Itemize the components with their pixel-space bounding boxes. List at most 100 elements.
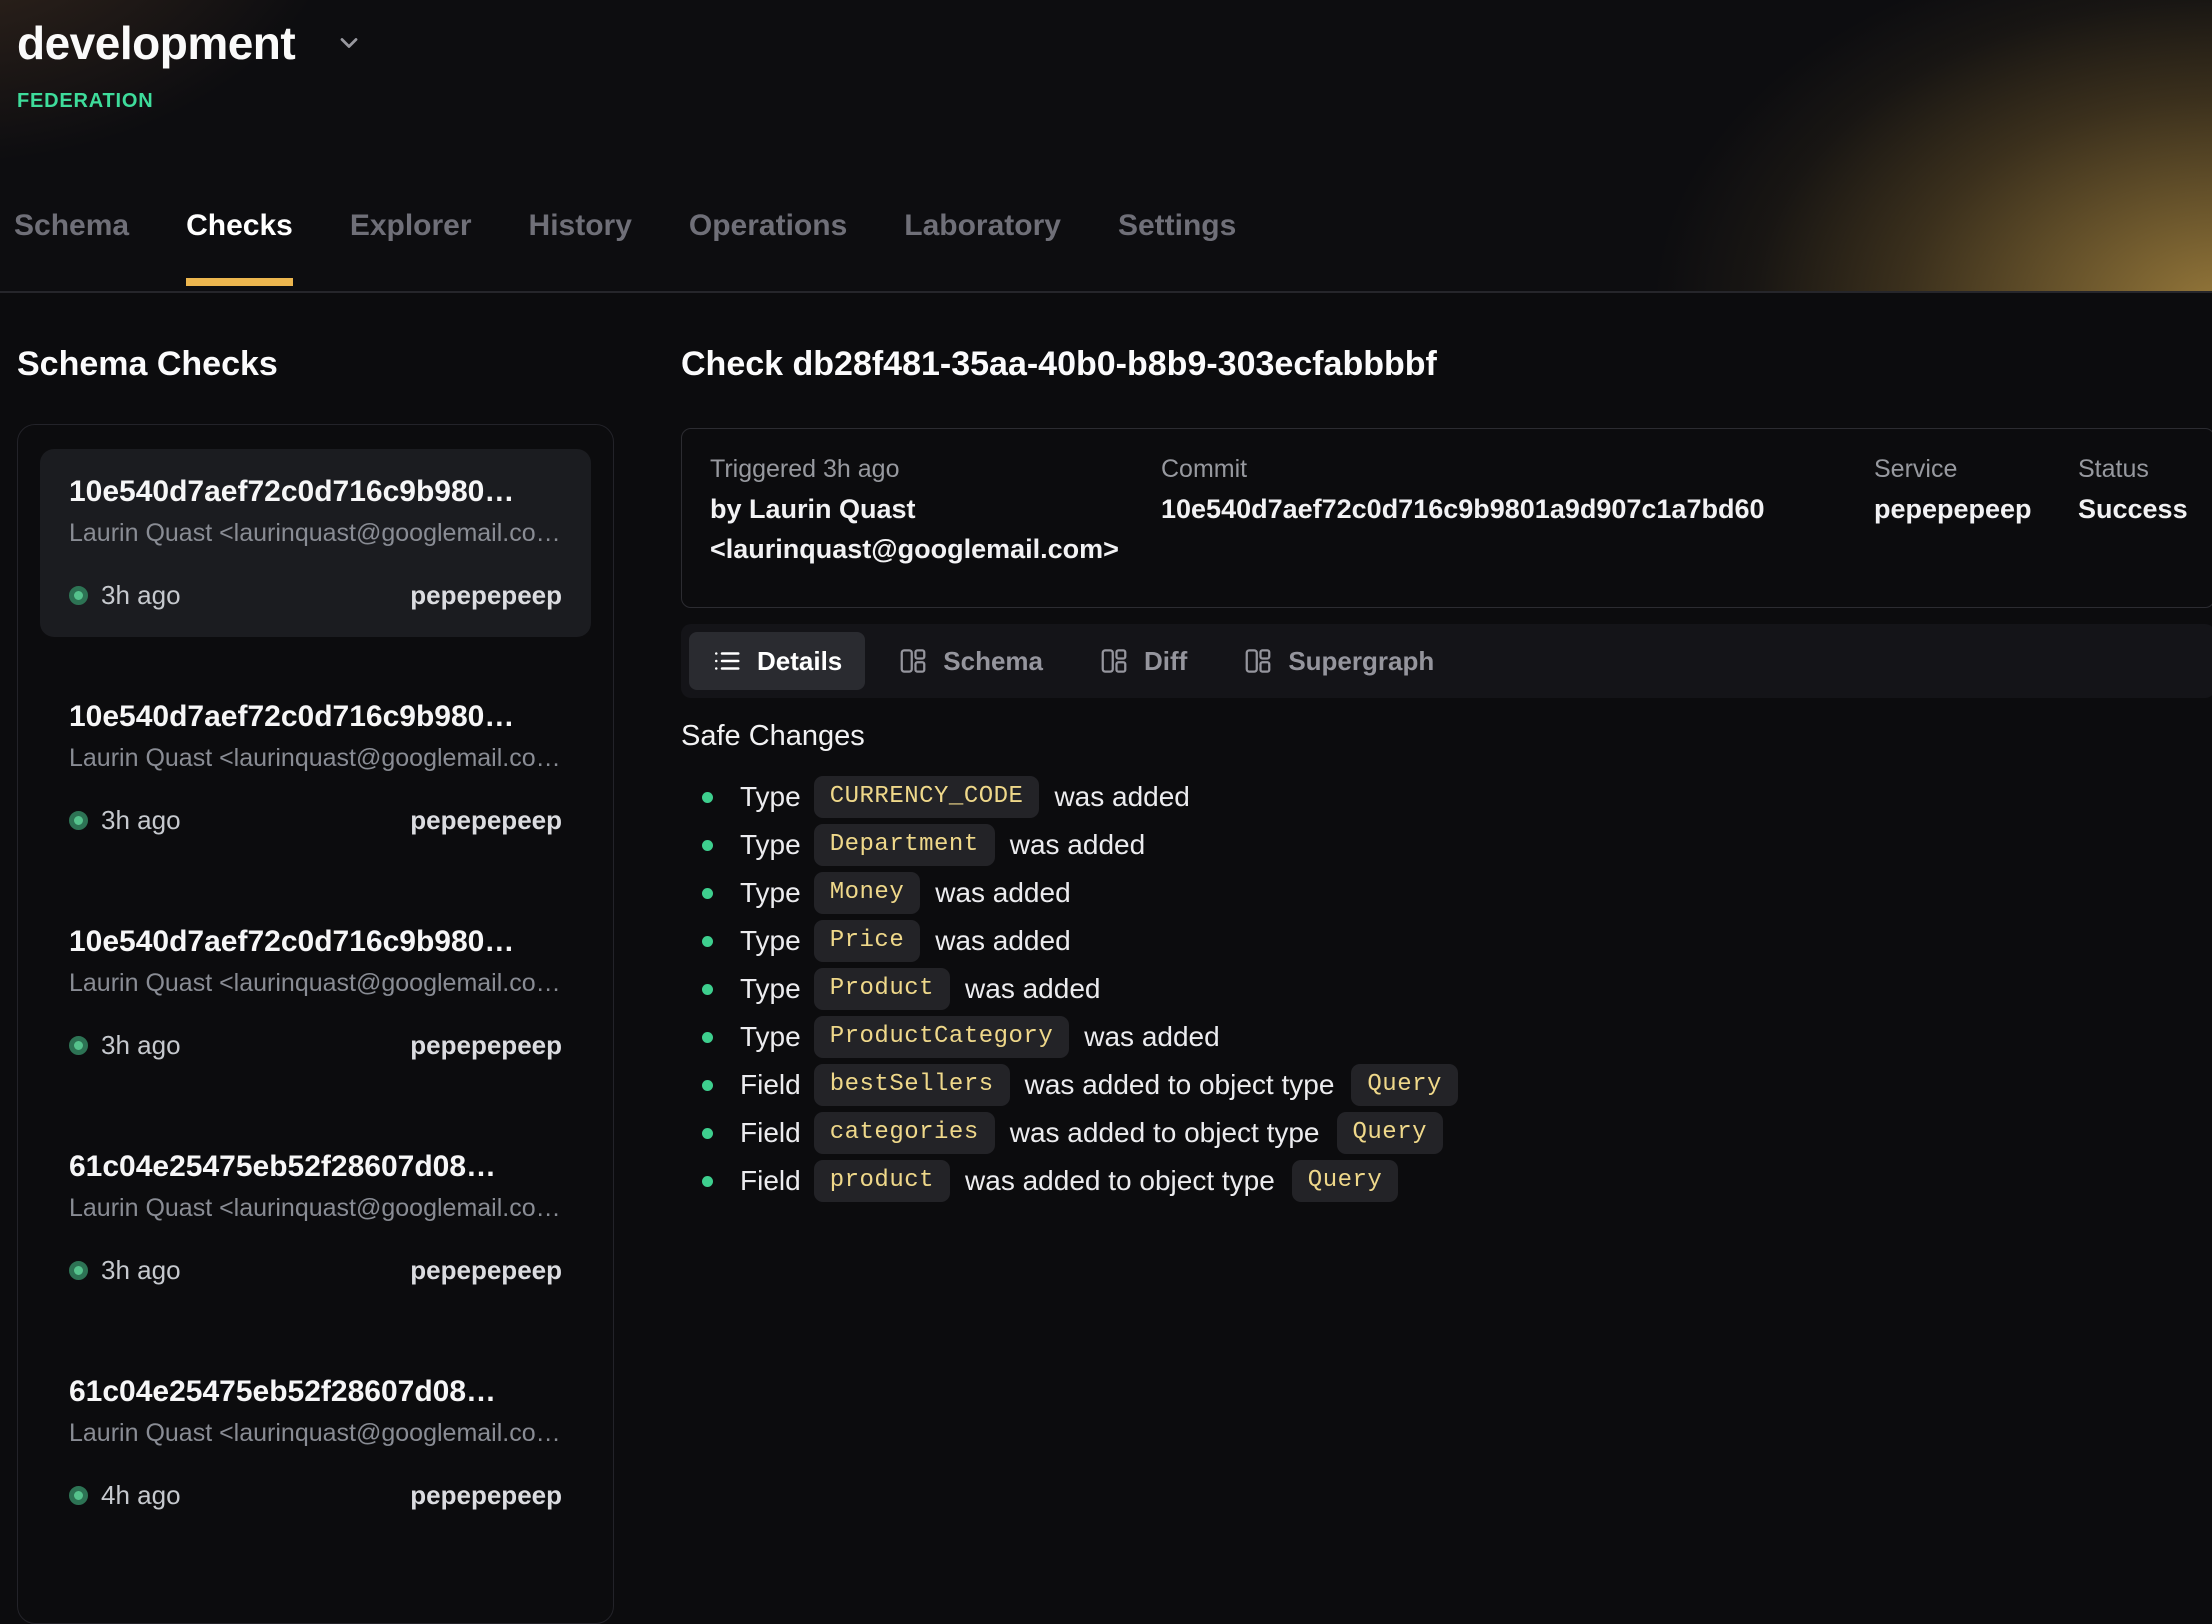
change-code: categories [814,1112,995,1154]
check-list-item[interactable]: 10e540d7aef72c0d716c9b980… Laurin Quast … [40,899,591,1087]
change-code: bestSellers [814,1064,1010,1106]
status-dot-icon [69,811,88,830]
change-code: Product [814,968,950,1010]
meta-triggered-label: Triggered 3h ago [710,453,1137,485]
check-time: 3h ago [101,805,181,836]
check-time: 4h ago [101,1480,181,1511]
check-id: 10e540d7aef72c0d716c9b980… [69,700,562,734]
check-service: pepepepeep [410,1480,562,1511]
view-tab-diff[interactable]: Diff [1076,632,1210,690]
bullet-icon [702,1176,713,1187]
change-row: Type Price was added [681,921,2212,961]
top-nav: Schema Checks Explorer History Operation… [14,209,1236,291]
change-row: Type Product was added [681,969,2212,1009]
meta-service: Service pepepepeep [1874,453,2078,569]
check-list-item[interactable]: 61c04e25475eb52f28607d08… Laurin Quast <… [40,1124,591,1312]
status-dot-icon [69,1486,88,1505]
view-tab-label: Details [757,646,842,677]
schema-checks-panel: Schema Checks 10e540d7aef72c0d716c9b980…… [0,293,656,1624]
bullet-icon [702,1032,713,1043]
check-service: pepepepeep [410,1030,562,1061]
schema-checks-list: 10e540d7aef72c0d716c9b980… Laurin Quast … [17,424,614,1624]
change-row: Type Department was added [681,825,2212,865]
tab-schema[interactable]: Schema [14,209,129,291]
change-row: Field bestSellers was added to object ty… [681,1065,2212,1105]
meta-service-label: Service [1874,453,2054,485]
change-suffix: was added to object type [1010,1117,1320,1149]
check-view-tabs: Details Schema Diff Supergraph [681,624,2212,698]
meta-status: Status Success [2078,453,2212,569]
columns-icon [898,646,928,676]
change-prefix: Field [740,1165,801,1197]
tab-laboratory[interactable]: Laboratory [904,209,1061,291]
view-tab-label: Schema [943,646,1043,677]
bullet-icon [702,840,713,851]
tab-settings[interactable]: Settings [1118,209,1236,291]
check-list-item[interactable]: 10e540d7aef72c0d716c9b980… Laurin Quast … [40,674,591,862]
view-tab-details[interactable]: Details [689,632,865,690]
change-row: Type CURRENCY_CODE was added [681,777,2212,817]
bullet-icon [702,984,713,995]
check-list-item[interactable]: 10e540d7aef72c0d716c9b980… Laurin Quast … [40,449,591,637]
change-suffix: was added [1010,829,1145,861]
check-id: 10e540d7aef72c0d716c9b980… [69,475,562,509]
change-prefix: Type [740,781,801,813]
check-service: pepepepeep [410,1255,562,1286]
change-row: Field categories was added to object typ… [681,1113,2212,1153]
project-selector[interactable]: development [17,16,363,70]
tab-checks[interactable]: Checks [186,209,293,291]
change-suffix: was added [935,877,1070,909]
page-header: development FEDERATION Schema Checks Exp… [0,0,2212,293]
check-id: 61c04e25475eb52f28607d08… [69,1150,562,1184]
change-code: product [814,1160,950,1202]
view-tab-supergraph[interactable]: Supergraph [1220,632,1457,690]
bullet-icon [702,888,713,899]
meta-triggered-value: by Laurin Quast <laurinquast@googlemail.… [710,489,1137,569]
chevron-down-icon[interactable] [335,29,363,57]
change-row: Type ProductCategory was added [681,1017,2212,1057]
meta-commit-value: 10e540d7aef72c0d716c9b9801a9d907c1a7bd60 [1161,489,1850,529]
change-suffix: was added [1054,781,1189,813]
tab-explorer[interactable]: Explorer [350,209,472,291]
status-dot-icon [69,586,88,605]
change-suffix: was added to object type [1025,1069,1335,1101]
view-tab-schema[interactable]: Schema [875,632,1066,690]
meta-commit-label: Commit [1161,453,1850,485]
check-detail-title: Check db28f481-35aa-40b0-b8b9-303ecfabbb… [681,345,2212,384]
change-prefix: Field [740,1069,801,1101]
check-list-item[interactable]: 61c04e25475eb52f28607d08… Laurin Quast <… [40,1349,591,1537]
status-dot-icon [69,1036,88,1055]
check-service: pepepepeep [410,805,562,836]
tab-history[interactable]: History [529,209,632,291]
change-prefix: Type [740,973,801,1005]
columns-icon [1243,646,1273,676]
meta-service-value: pepepepeep [1874,489,2054,529]
change-code: Department [814,824,995,866]
check-author: Laurin Quast <laurinquast@googlemail.co… [69,1194,562,1223]
change-object-type: Query [1292,1160,1399,1202]
safe-changes-list: Type CURRENCY_CODE was added Type Depart… [681,777,2212,1201]
schema-checks-title: Schema Checks [17,345,656,384]
change-suffix: was added to object type [965,1165,1275,1197]
check-id: 10e540d7aef72c0d716c9b980… [69,925,562,959]
check-author: Laurin Quast <laurinquast@googlemail.co… [69,1419,562,1448]
change-prefix: Field [740,1117,801,1149]
check-author: Laurin Quast <laurinquast@googlemail.co… [69,519,562,548]
change-code: Money [814,872,921,914]
view-tab-label: Diff [1144,646,1187,677]
change-prefix: Type [740,925,801,957]
check-author: Laurin Quast <laurinquast@googlemail.co… [69,744,562,773]
tab-operations[interactable]: Operations [689,209,847,291]
status-dot-icon [69,1261,88,1280]
change-prefix: Type [740,1021,801,1053]
bullet-icon [702,1080,713,1091]
check-time: 3h ago [101,580,181,611]
bullet-icon [702,792,713,803]
change-row: Field product was added to object type Q… [681,1161,2212,1201]
project-name: development [17,16,295,70]
check-meta-box: Triggered 3h ago by Laurin Quast <laurin… [681,428,2212,608]
change-row: Type Money was added [681,873,2212,913]
bullet-icon [702,1128,713,1139]
meta-commit: Commit 10e540d7aef72c0d716c9b9801a9d907c… [1161,453,1874,569]
change-suffix: was added [1084,1021,1219,1053]
